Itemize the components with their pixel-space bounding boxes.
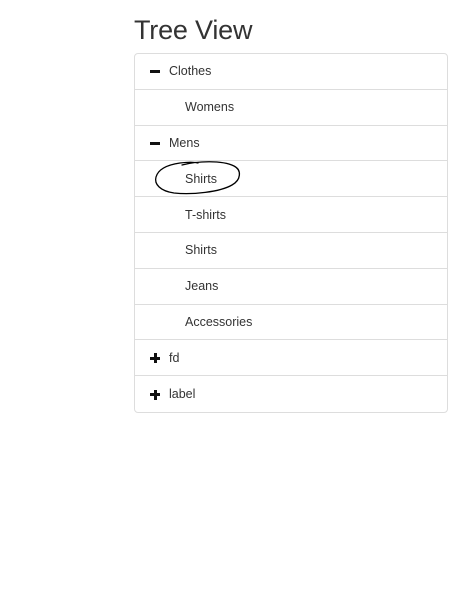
- tree-node-jeans[interactable]: Jeans: [135, 269, 447, 305]
- tree-node-clothes[interactable]: Clothes: [135, 54, 447, 90]
- plus-icon[interactable]: [149, 352, 161, 364]
- tree-node-shirts-2[interactable]: Shirts: [135, 233, 447, 269]
- tree-node-label: Shirts: [185, 243, 217, 258]
- tree-node-fd[interactable]: fd: [135, 340, 447, 377]
- tree-view: Clothes Womens Mens Shirts T-shirts Shir…: [134, 53, 448, 413]
- tree-node-label: Mens: [169, 135, 200, 150]
- tree-node-label: Shirts: [185, 171, 217, 186]
- tree-node-t-shirts[interactable]: T-shirts: [135, 197, 447, 233]
- tree-node-label[interactable]: label: [135, 376, 447, 412]
- tree-node-label: Clothes: [169, 64, 212, 79]
- plus-icon[interactable]: [149, 388, 161, 400]
- tree-node-mens[interactable]: Mens: [135, 126, 447, 162]
- page-title: Tree View: [134, 15, 253, 45]
- tree-node-shirts[interactable]: Shirts: [135, 161, 447, 198]
- tree-node-accessories[interactable]: Accessories: [135, 305, 447, 341]
- tree-node-label: label: [169, 387, 196, 402]
- minus-icon[interactable]: [149, 65, 161, 77]
- minus-icon[interactable]: [149, 137, 161, 149]
- tree-node-label: Womens: [185, 100, 235, 115]
- tree-node-label: Accessories: [185, 314, 253, 329]
- tree-node-label: fd: [169, 350, 180, 365]
- tree-node-label: T-shirts: [185, 207, 226, 222]
- tree-node-label: Jeans: [185, 279, 219, 294]
- tree-node-womens[interactable]: Womens: [135, 90, 447, 126]
